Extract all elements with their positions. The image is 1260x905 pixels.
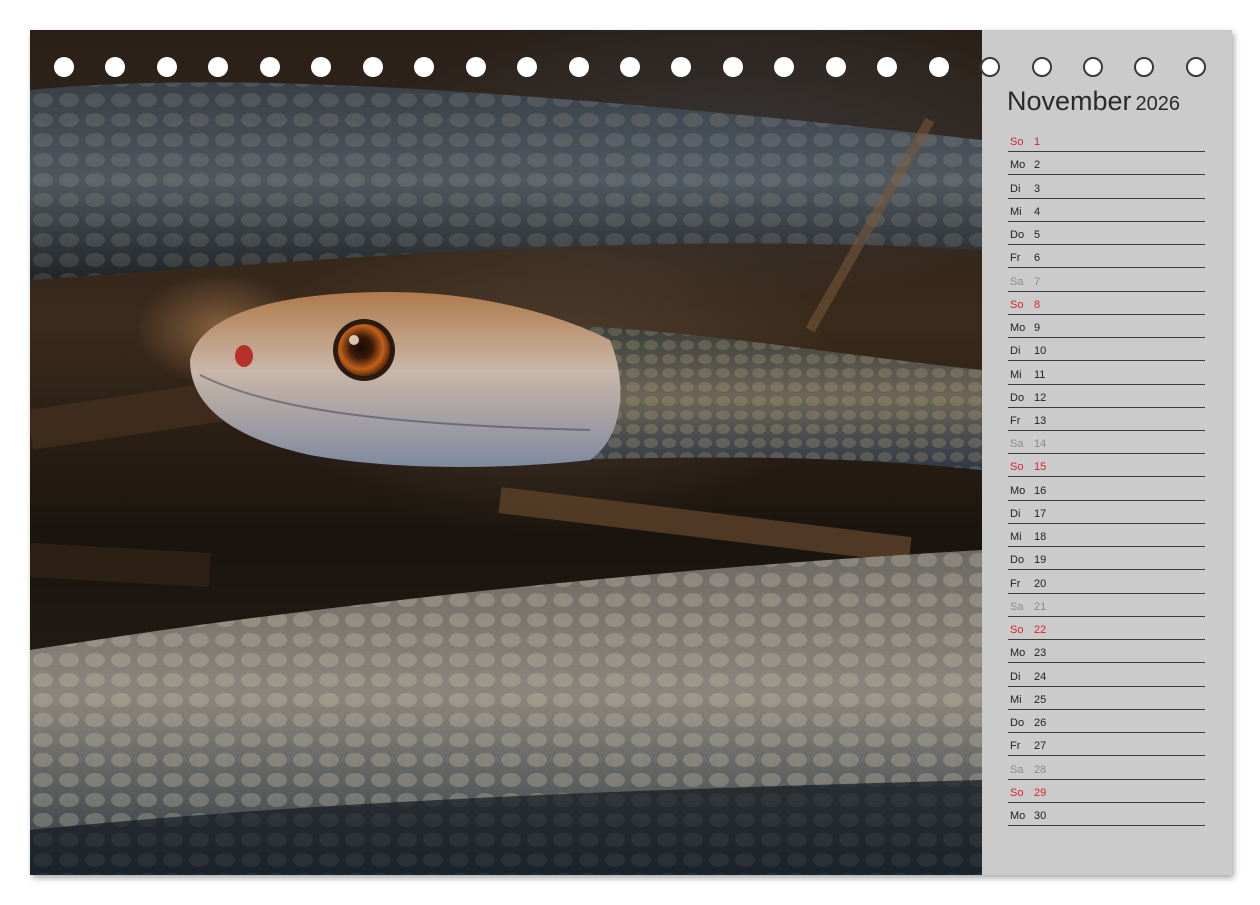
- weekday-label: Di: [1010, 345, 1021, 358]
- day-number: 15: [1034, 461, 1047, 474]
- day-number: 7: [1034, 275, 1041, 288]
- day-row: Do 19: [1008, 548, 1205, 571]
- day-number: 23: [1034, 647, 1047, 660]
- weekday-label: So: [1010, 786, 1024, 799]
- weekday-label: Mo: [1010, 159, 1026, 172]
- day-number: 18: [1034, 531, 1047, 544]
- day-number: 29: [1034, 786, 1047, 799]
- weekday-label: Mi: [1010, 368, 1022, 381]
- day-number: 27: [1034, 740, 1047, 753]
- weekday-label: Mo: [1010, 809, 1026, 822]
- day-row: Mo 23: [1008, 641, 1205, 664]
- day-row: Di 3: [1008, 176, 1205, 199]
- weekday-label: Sa: [1010, 763, 1024, 776]
- day-row: Sa 14: [1008, 432, 1205, 455]
- day-number: 17: [1034, 507, 1047, 520]
- weekday-label: Fr: [1010, 415, 1021, 427]
- day-row: Di 17: [1008, 502, 1205, 524]
- day-row: Mo 9: [1008, 316, 1205, 339]
- day-row: Mi 25: [1008, 688, 1205, 710]
- day-row: Fr 27: [1008, 734, 1205, 757]
- day-number: 25: [1034, 693, 1047, 706]
- weekday-label: Di: [1010, 182, 1021, 195]
- calendar-side-panel: November 2026 So 1 Mo 2 Di 3 Mi 4 Do 5 Fr 6 Sa 7 So 8 Mo 9…: [982, 30, 1232, 875]
- day-row: Fr 20: [1008, 571, 1205, 594]
- weekday-label: Sa: [1010, 438, 1024, 451]
- day-row: Mi 4: [1008, 200, 1205, 222]
- weekday-label: Do: [1010, 391, 1025, 404]
- weekday-label: Sa: [1010, 600, 1024, 613]
- day-row: Mo 2: [1008, 153, 1205, 176]
- weekday-label: Di: [1010, 670, 1021, 683]
- day-number: 2: [1034, 159, 1041, 172]
- day-number: 30: [1034, 809, 1047, 822]
- day-number: 22: [1034, 624, 1047, 637]
- weekday-label: Do: [1010, 554, 1025, 567]
- weekday-label: Mo: [1010, 322, 1026, 335]
- day-row: Fr 6: [1008, 246, 1205, 269]
- snake-photo: [30, 30, 982, 875]
- day-row: Sa 7: [1008, 269, 1205, 292]
- weekday-label: Mi: [1010, 205, 1022, 218]
- day-row: So 8: [1008, 293, 1205, 315]
- day-number: 11: [1034, 368, 1046, 381]
- weekday-label: Mo: [1010, 484, 1026, 497]
- day-row: Fr 13: [1008, 409, 1205, 431]
- weekday-label: Mo: [1010, 647, 1026, 660]
- calendar-page: November 2026 So 1 Mo 2 Di 3 Mi 4 Do 5 Fr 6 Sa 7 So 8 Mo 9…: [30, 30, 1232, 875]
- day-row: Di 10: [1008, 339, 1205, 362]
- day-number: 1: [1034, 136, 1041, 149]
- day-number: 20: [1034, 577, 1047, 590]
- day-row: Do 26: [1008, 711, 1205, 734]
- weekday-label: So: [1010, 461, 1024, 474]
- weekday-label: Sa: [1010, 275, 1024, 288]
- day-row: Mi 11: [1008, 362, 1205, 385]
- day-row: Sa 21: [1008, 595, 1205, 617]
- month-name: November: [1007, 86, 1132, 116]
- day-number: 24: [1034, 670, 1047, 683]
- weekday-label: So: [1010, 624, 1024, 637]
- day-number: 16: [1034, 484, 1047, 497]
- year: 2026: [1135, 93, 1181, 115]
- day-row: Do 12: [1008, 386, 1205, 408]
- day-number: 13: [1034, 415, 1047, 427]
- day-row: Mo 16: [1008, 479, 1205, 501]
- day-number: 5: [1034, 229, 1041, 242]
- day-row: Do 5: [1008, 223, 1205, 246]
- weekday-label: So: [1010, 136, 1024, 149]
- weekday-label: Mi: [1010, 531, 1022, 544]
- day-row: Mo 30: [1008, 804, 1205, 826]
- day-number: 21: [1034, 600, 1047, 613]
- day-row: So 1: [1008, 130, 1205, 153]
- weekday-label: Fr: [1010, 252, 1021, 265]
- month-title: November 2026: [1007, 86, 1180, 117]
- day-list: So 1 Mo 2 Di 3 Mi 4 Do 5 Fr 6 Sa 7 So 8 Mo 9 Di 10 Mi 11 Do 12 F…: [1008, 130, 1205, 827]
- day-number: 19: [1034, 554, 1047, 567]
- day-row: Di 24: [1008, 664, 1205, 687]
- day-number: 14: [1034, 438, 1047, 451]
- weekday-label: So: [1010, 298, 1024, 311]
- day-row: So 29: [1008, 781, 1205, 803]
- weekday-label: Do: [1010, 229, 1025, 242]
- weekday-label: Fr: [1010, 577, 1021, 590]
- day-row: So 15: [1008, 455, 1205, 478]
- day-number: 3: [1034, 182, 1041, 195]
- day-row: Sa 28: [1008, 757, 1205, 780]
- day-number: 28: [1034, 763, 1047, 776]
- weekday-label: Mi: [1010, 693, 1022, 706]
- day-row: So 22: [1008, 618, 1205, 641]
- weekday-label: Do: [1010, 717, 1025, 730]
- day-number: 12: [1034, 391, 1047, 404]
- day-number: 6: [1034, 252, 1041, 265]
- day-number: 9: [1034, 322, 1041, 335]
- day-number: 8: [1034, 298, 1041, 311]
- weekday-label: Di: [1010, 507, 1021, 520]
- day-row: Mi 18: [1008, 525, 1205, 548]
- weekday-label: Fr: [1010, 740, 1021, 753]
- day-number: 10: [1034, 345, 1047, 358]
- day-number: 4: [1034, 205, 1041, 218]
- day-number: 26: [1034, 717, 1047, 730]
- snake-illustration: [30, 82, 982, 875]
